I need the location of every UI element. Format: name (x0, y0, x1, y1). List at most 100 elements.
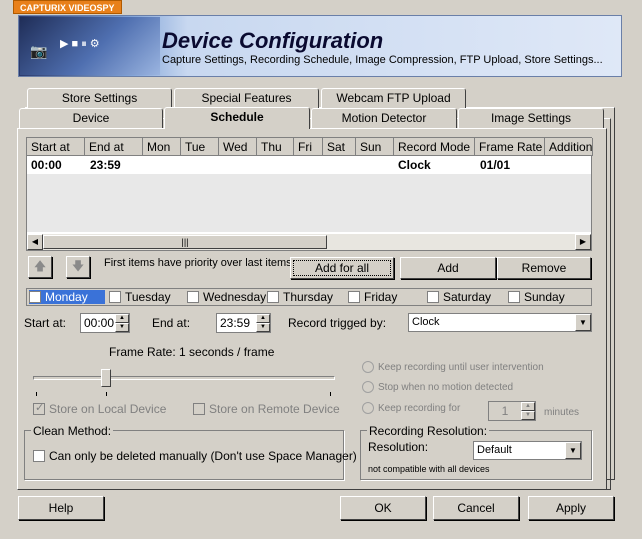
option-label: Keep recording for (378, 402, 461, 414)
clean-manual-option[interactable]: Can only be deleted manually (Don't use … (33, 449, 357, 463)
clean-method-title: Clean Method: (31, 424, 114, 438)
remove-button[interactable]: Remove (497, 257, 591, 279)
add-button[interactable]: Add (400, 257, 496, 279)
arrow-down-icon: 🡇 (71, 258, 85, 273)
day-thursday[interactable]: Thursday (267, 290, 333, 304)
keep-minutes-value: 1 (501, 404, 509, 418)
start-at-value: 00:00 (84, 316, 115, 330)
tab-motion-detector[interactable]: Motion Detector (311, 108, 457, 128)
help-button[interactable]: Help (18, 496, 104, 520)
tab-device[interactable]: Device (19, 108, 163, 128)
sunday-checkbox[interactable] (508, 291, 520, 303)
radio-stop-no-motion[interactable] (362, 381, 374, 393)
day-label: Monday (45, 290, 88, 304)
spin-up-icon[interactable]: ▲ (521, 402, 535, 411)
cell-start: 00:00 (31, 158, 62, 172)
frame-rate-slider-thumb[interactable] (101, 369, 111, 387)
day-sunday[interactable]: Sunday (508, 290, 565, 304)
col-header-end[interactable]: End at (85, 138, 143, 156)
recording-resolution-title: Recording Resolution: (367, 424, 490, 438)
store-local-option[interactable]: Store on Local Device (33, 401, 166, 416)
apply-button[interactable]: Apply (528, 496, 614, 520)
tab-schedule[interactable]: Schedule (164, 107, 310, 129)
resolution-select[interactable]: Default ▼ (473, 441, 582, 460)
day-tuesday[interactable]: Tuesday (109, 290, 171, 304)
day-friday[interactable]: Friday (348, 290, 397, 304)
tab-special-features[interactable]: Special Features (174, 88, 319, 108)
spin-down-icon[interactable]: ▼ (521, 411, 535, 420)
thursday-checkbox[interactable] (267, 291, 279, 303)
cell-end: 23:59 (90, 158, 121, 172)
option-label: Stop when no motion detected (378, 381, 514, 393)
tab-webcam-ftp-upload[interactable]: Webcam FTP Upload (321, 88, 466, 108)
scroll-left-icon[interactable]: ◀ (27, 234, 43, 250)
resolution-value: Default (477, 444, 512, 456)
stop-no-motion-option[interactable]: Stop when no motion detected (362, 381, 513, 393)
day-label: Friday (364, 290, 398, 304)
move-up-button[interactable]: 🡅 (28, 256, 52, 278)
col-header-record-mode[interactable]: Record Mode (394, 138, 475, 156)
cell-frame-rate: 01/01 (480, 158, 511, 172)
frame-rate-label: Frame Rate: 1 seconds / frame (109, 345, 275, 359)
day-monday[interactable]: Monday (29, 290, 105, 304)
col-header-frame-rate[interactable]: Frame Rate (475, 138, 545, 156)
cancel-button[interactable]: Cancel (433, 496, 519, 520)
end-at-label: End at: (152, 316, 191, 330)
day-label: Wednesday (203, 290, 267, 304)
minutes-label: minutes (544, 407, 580, 418)
spin-up-icon[interactable]: ▲ (256, 314, 270, 323)
day-wednesday[interactable]: Wednesday (187, 290, 266, 304)
monday-checkbox[interactable] (29, 291, 41, 303)
record-trigger-select[interactable]: Clock ▼ (408, 313, 592, 332)
chevron-down-icon[interactable]: ▼ (565, 442, 581, 459)
col-header-start[interactable]: Start at (27, 138, 85, 156)
day-label: Tuesday (125, 290, 171, 304)
col-header-addition[interactable]: Addition (545, 138, 593, 156)
page-subtitle: Capture Settings, Recording Schedule, Im… (162, 54, 603, 66)
add-for-all-button[interactable]: Add for all (290, 257, 394, 279)
day-label: Thursday (283, 290, 334, 304)
tab-store-settings[interactable]: Store Settings (27, 88, 172, 108)
day-label: Saturday (443, 290, 492, 304)
col-header-sun[interactable]: Sun (356, 138, 394, 156)
option-label: Keep recording until user intervention (378, 361, 544, 373)
keep-for-option[interactable]: Keep recording for (362, 402, 460, 414)
frame-rate-slider-track[interactable] (33, 376, 335, 380)
keep-minutes-field[interactable]: 1 ▲ ▼ (488, 401, 536, 421)
ok-button[interactable]: OK (340, 496, 426, 520)
day-label: Sunday (524, 290, 565, 304)
clean-manual-checkbox[interactable] (33, 450, 45, 462)
col-header-wed[interactable]: Wed (219, 138, 257, 156)
col-header-fri[interactable]: Fri (294, 138, 323, 156)
col-header-mon[interactable]: Mon (143, 138, 181, 156)
saturday-checkbox[interactable] (427, 291, 439, 303)
schedule-table[interactable]: Start at End at Mon Tue Wed Thu Fri Sat … (26, 137, 593, 251)
store-remote-option[interactable]: Store on Remote Device (193, 402, 340, 416)
start-at-field[interactable]: 00:00 ▲ ▼ (80, 313, 130, 333)
day-saturday[interactable]: Saturday (427, 290, 491, 304)
store-remote-checkbox[interactable] (193, 403, 205, 415)
scroll-thumb[interactable]: ||| (43, 235, 327, 249)
wednesday-checkbox[interactable] (187, 291, 199, 303)
horizontal-scrollbar[interactable]: ◀ ||| ▶ (27, 234, 591, 250)
camera-icon: 📷 (30, 43, 48, 59)
days-bar: Monday Tuesday Wednesday Thursday Friday… (26, 288, 592, 306)
col-header-thu[interactable]: Thu (257, 138, 294, 156)
tab-image-settings[interactable]: Image Settings (458, 108, 604, 128)
move-down-button[interactable]: 🡇 (66, 256, 90, 278)
radio-keep-until-user[interactable] (362, 361, 374, 373)
spin-down-icon[interactable]: ▼ (256, 323, 270, 332)
radio-keep-for[interactable] (362, 402, 374, 414)
tuesday-checkbox[interactable] (109, 291, 121, 303)
keep-until-user-option[interactable]: Keep recording until user intervention (362, 361, 544, 373)
store-local-checkbox[interactable] (33, 401, 45, 415)
spin-up-icon[interactable]: ▲ (115, 314, 129, 323)
chevron-down-icon[interactable]: ▼ (575, 314, 591, 331)
spin-down-icon[interactable]: ▼ (115, 323, 129, 332)
friday-checkbox[interactable] (348, 291, 360, 303)
end-at-field[interactable]: 23:59 ▲ ▼ (216, 313, 271, 333)
scroll-right-icon[interactable]: ▶ (575, 234, 591, 250)
col-header-tue[interactable]: Tue (181, 138, 219, 156)
col-header-sat[interactable]: Sat (323, 138, 356, 156)
app-name-badge: CAPTURIX VIDEOSPY (13, 0, 122, 14)
